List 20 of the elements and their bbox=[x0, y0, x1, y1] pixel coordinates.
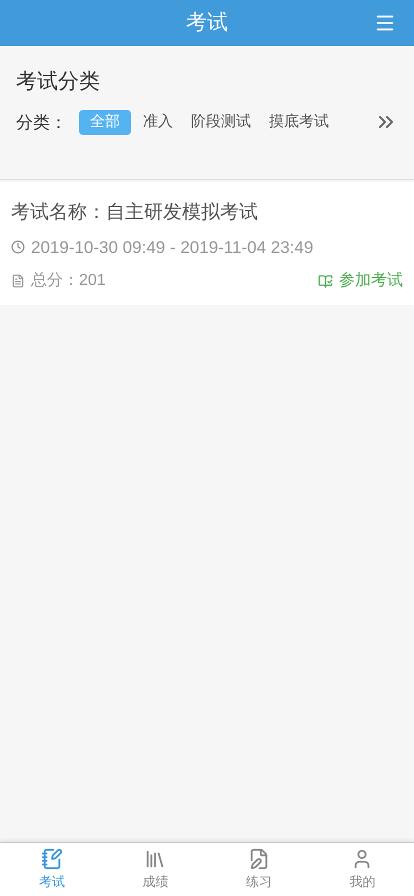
tab-bar-item[interactable]: 考试 bbox=[0, 843, 104, 896]
clock-icon bbox=[11, 240, 25, 254]
exam-score: 总分：201 bbox=[31, 271, 107, 291]
tab-bar-item[interactable]: 我的 bbox=[310, 843, 414, 896]
tab-bar-item[interactable]: 练习 bbox=[207, 843, 310, 896]
notebook-pen-icon bbox=[40, 848, 63, 870]
category-chip[interactable]: 摸底考试 bbox=[263, 110, 335, 135]
category-chip[interactable]: 全部 bbox=[79, 110, 131, 135]
file-pen-icon bbox=[248, 848, 270, 870]
section-heading: 考试分类 bbox=[16, 69, 101, 95]
filter-label: 分类： bbox=[16, 112, 67, 134]
join-exam-button[interactable]: 参加考试 bbox=[318, 269, 403, 293]
header-title: 考试 bbox=[186, 10, 228, 36]
document-icon bbox=[11, 274, 25, 288]
exam-name: 考试名称：自主研发模拟考试 bbox=[11, 201, 259, 225]
tab-bar-item[interactable]: 成绩 bbox=[104, 843, 207, 896]
category-chip[interactable]: 阶段测试 bbox=[185, 110, 257, 135]
exam-time: 2019-10-30 09:49 - 2019-11-04 23:49 bbox=[31, 236, 314, 258]
book-check-icon bbox=[318, 274, 333, 288]
category-chip[interactable]: 准入 bbox=[137, 110, 179, 135]
